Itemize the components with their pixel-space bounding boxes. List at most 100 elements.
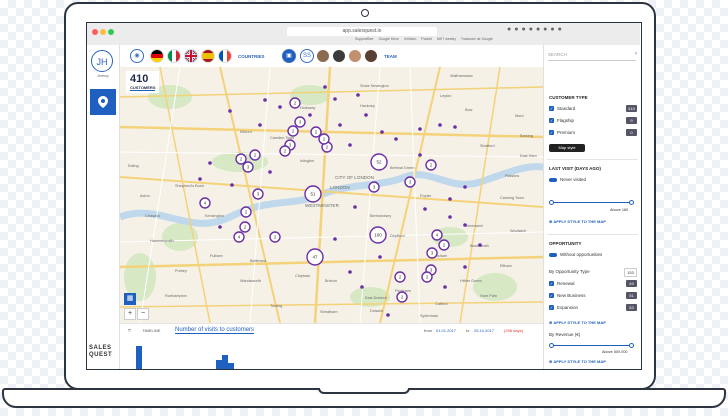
apply-style-button[interactable]: ⊕ APPLY STYLE TO THE MAP (549, 359, 606, 364)
map-cluster[interactable]: 2 (310, 126, 322, 138)
customer-marker[interactable] (418, 127, 422, 131)
team-member-avatar[interactable] (348, 49, 362, 63)
bookmark-item[interactable]: Pocket (421, 37, 432, 41)
customer-marker[interactable] (333, 97, 337, 101)
customer-marker[interactable] (338, 123, 342, 127)
customer-marker[interactable] (218, 225, 222, 229)
team-member-avatar[interactable] (316, 49, 330, 63)
map-cluster[interactable]: 2 (394, 271, 406, 283)
map-cluster[interactable]: 2 (249, 149, 261, 161)
customer-marker[interactable] (463, 185, 467, 189)
without-opportunities-toggle[interactable] (549, 253, 557, 257)
layers-button[interactable]: ▦ (124, 293, 136, 305)
customer-marker[interactable] (268, 170, 272, 174)
customer-marker[interactable] (443, 285, 447, 289)
bookmark-item[interactable]: InVision (404, 37, 416, 41)
last-visit-slider[interactable] (551, 202, 633, 203)
customer-marker[interactable] (378, 255, 382, 259)
map-cluster[interactable]: 2 (279, 145, 291, 157)
to-date[interactable]: 25.10.2017 (474, 328, 494, 333)
customer-marker[interactable] (228, 109, 232, 113)
apply-style-button[interactable]: ⊕ APPLY STYLE TO THE MAP (549, 320, 606, 325)
spain-flag-icon[interactable] (201, 49, 215, 63)
collapse-panel-icon[interactable]: › (635, 51, 637, 57)
map-cluster[interactable]: 2 (318, 133, 330, 145)
timeline-bar[interactable] (136, 346, 142, 369)
map-cluster[interactable]: 2 (289, 97, 301, 109)
revenue-slider-handle[interactable] (629, 343, 634, 348)
customer-marker[interactable] (453, 125, 457, 129)
minimize-window-icon[interactable] (100, 29, 106, 35)
never-visited-toggle[interactable] (549, 178, 557, 182)
customer-marker[interactable] (278, 105, 282, 109)
zoom-out-button[interactable]: − (137, 308, 149, 320)
search-input[interactable]: SEARCH (548, 50, 636, 61)
extension-icon[interactable]: ● (558, 26, 565, 33)
last-visit-slider-handle[interactable] (629, 200, 634, 205)
country-filter-toggle[interactable]: ◉ (130, 49, 144, 63)
timeline-bar[interactable] (228, 363, 234, 369)
map-cluster[interactable]: 47 (306, 248, 324, 266)
team-count-badge[interactable]: SS (300, 49, 314, 63)
map-cluster[interactable]: 2 (235, 153, 247, 165)
customer-map[interactable]: Holloway Hackney Bow Kilburn Shepherd's Bush… (120, 67, 543, 323)
customer-marker[interactable] (478, 243, 482, 247)
customer-marker[interactable] (463, 223, 467, 227)
united-kingdom-flag-icon[interactable] (184, 49, 198, 63)
map-cluster[interactable]: 2 (269, 231, 281, 243)
customer-marker[interactable] (394, 137, 398, 141)
bookmark-item[interactable]: MKT weekly (437, 37, 456, 41)
italy-flag-icon[interactable] (167, 49, 181, 63)
team-member-avatar[interactable] (364, 49, 378, 63)
map-cluster[interactable]: 4 (431, 229, 443, 241)
map-cluster[interactable]: 3 (426, 247, 438, 259)
standard-checkbox[interactable]: ✓ (549, 106, 554, 111)
customer-marker[interactable] (348, 143, 352, 147)
map-cluster[interactable]: 3 (294, 116, 306, 128)
map-nav-button[interactable] (90, 89, 116, 115)
customer-marker[interactable] (438, 123, 442, 127)
customer-marker[interactable] (308, 113, 312, 117)
address-bar[interactable]: app.salesquest.io (287, 27, 437, 36)
team-filter-toggle[interactable]: ▣ (282, 49, 296, 63)
map-cluster[interactable]: 2 (287, 125, 299, 137)
close-window-icon[interactable] (92, 29, 98, 35)
map-cluster[interactable]: 2 (425, 159, 437, 171)
customer-marker[interactable] (230, 183, 234, 187)
customer-marker[interactable] (463, 265, 467, 269)
map-cluster[interactable]: 4 (233, 231, 245, 243)
customer-marker[interactable] (423, 207, 427, 211)
map-cluster[interactable]: 3 (252, 188, 264, 200)
map-cluster[interactable]: 100 (369, 226, 387, 244)
customer-marker[interactable] (364, 113, 368, 117)
map-style-button[interactable]: Map style (549, 144, 585, 152)
customer-marker[interactable] (353, 205, 357, 209)
customer-marker[interactable] (448, 215, 452, 219)
customer-marker[interactable] (448, 197, 452, 201)
avatar[interactable]: JH (91, 50, 113, 72)
flagship-checkbox[interactable]: ✓ (549, 118, 554, 123)
map-cluster[interactable]: 2 (396, 291, 408, 303)
customer-marker[interactable] (208, 161, 212, 165)
customer-marker[interactable] (380, 130, 384, 134)
customer-marker[interactable] (356, 93, 360, 97)
customer-marker[interactable] (263, 98, 267, 102)
bookmark-item[interactable]: Google Drive (378, 37, 398, 41)
france-flag-icon[interactable] (218, 49, 232, 63)
extension-icon[interactable]: ● (521, 26, 528, 33)
map-cluster[interactable]: 3 (404, 176, 416, 188)
expansion-checkbox[interactable]: ✓ (549, 305, 554, 310)
map-cluster[interactable]: 4 (199, 197, 211, 209)
map-cluster[interactable]: 3 (368, 181, 380, 193)
extension-icon[interactable]: ● (529, 26, 536, 33)
customer-marker[interactable] (418, 153, 422, 157)
from-date[interactable]: 01.01.2017 (436, 328, 456, 333)
bookmark-item[interactable]: Traductor de Google (461, 37, 493, 41)
revenue-slider[interactable] (551, 345, 633, 346)
customer-marker[interactable] (360, 285, 364, 289)
map-cluster[interactable]: 51 (304, 185, 322, 203)
map-cluster[interactable]: 2 (438, 239, 450, 251)
map-cluster[interactable]: 52 (370, 153, 388, 171)
bookmark-item[interactable]: SupportBee (355, 37, 374, 41)
maximize-window-icon[interactable] (108, 29, 114, 35)
